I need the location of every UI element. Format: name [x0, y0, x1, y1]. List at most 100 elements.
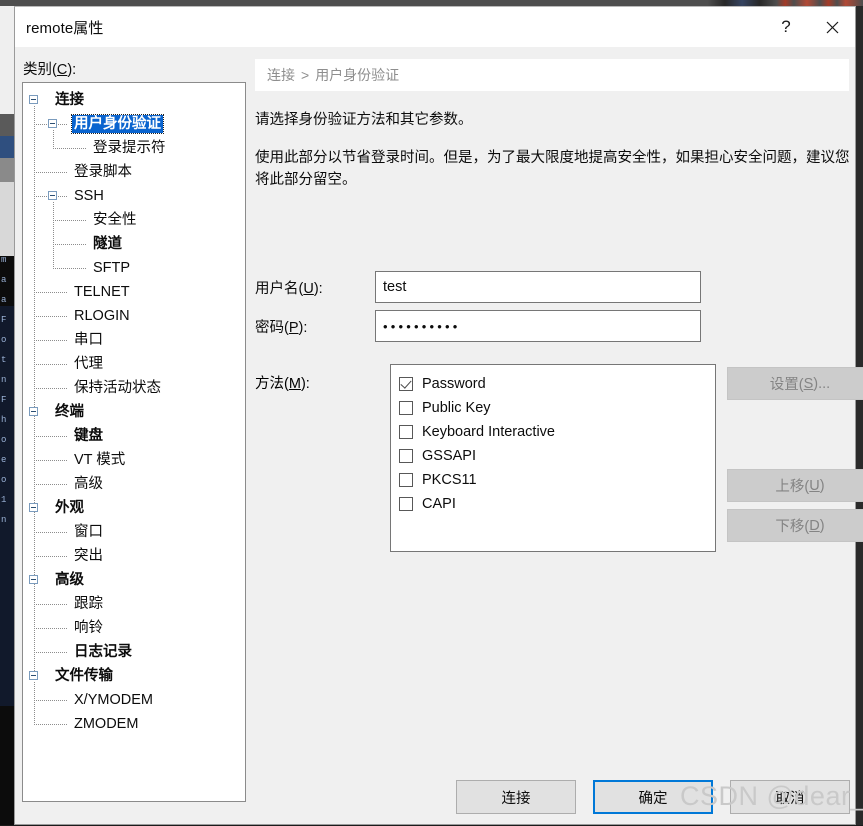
tree-item-label: 保持活动状态 — [74, 380, 161, 396]
tree-item-3[interactable]: 登录脚本 — [23, 160, 245, 184]
tree-collapse-icon[interactable] — [29, 95, 38, 104]
button-label-prefix: 设置( — [769, 377, 804, 393]
tree-item-19[interactable]: 突出 — [23, 544, 245, 568]
move-up-button[interactable]: 上移(U) — [727, 469, 863, 502]
tree-item-25[interactable]: X/YMODEM — [23, 688, 245, 712]
auth-method-label: CAPI — [422, 496, 456, 512]
description-line-1: 请选择身份验证方法和其它参数。 — [255, 112, 473, 128]
password-input[interactable] — [375, 310, 701, 342]
cancel-button[interactable]: 取消 — [730, 780, 850, 814]
auth-method-label: PKCS11 — [422, 472, 477, 488]
button-label-prefix: 上移( — [775, 479, 810, 495]
tree-item-label: 外观 — [55, 500, 84, 516]
checkbox-unchecked-icon[interactable] — [399, 401, 413, 415]
auth-method-row[interactable]: Public Key — [399, 396, 715, 420]
checkbox-unchecked-icon[interactable] — [399, 425, 413, 439]
tree-item-label: 文件传输 — [55, 668, 113, 684]
tree-collapse-icon[interactable] — [29, 575, 38, 584]
close-icon — [826, 21, 838, 33]
username-label-suffix: ): — [313, 280, 323, 297]
tree-item-26[interactable]: ZMODEM — [23, 712, 245, 736]
tree-item-label: 安全性 — [93, 212, 137, 228]
button-label-prefix: 下移( — [775, 519, 810, 535]
tree-collapse-icon[interactable] — [29, 503, 38, 512]
tree-item-label: SSH — [74, 188, 104, 204]
tree-item-16[interactable]: 高级 — [23, 472, 245, 496]
tree-item-6[interactable]: 隧道 — [23, 232, 245, 256]
tree-item-17[interactable]: 外观 — [23, 496, 245, 520]
description-line-2: 使用此部分以节省登录时间。但是，为了最大限度地提高安全性，如果担心安全问题，建议… — [255, 150, 850, 188]
tree-item-label: 用户身份验证 — [71, 114, 164, 134]
tree-item-8[interactable]: TELNET — [23, 280, 245, 304]
tree-collapse-icon[interactable] — [29, 407, 38, 416]
auth-method-label: GSSAPI — [422, 448, 476, 464]
category-tree-panel[interactable]: 连接 用户身份验证登录提示符登录脚本 SSH 安全性隧道 SFTP TELNET RLOGI… — [22, 82, 246, 802]
button-label-suffix: )... — [813, 375, 831, 392]
tree-item-5[interactable]: 安全性 — [23, 208, 245, 232]
username-input[interactable] — [375, 271, 701, 303]
category-label-accel: C — [56, 62, 68, 78]
tree-item-20[interactable]: 高级 — [23, 568, 245, 592]
tree-item-15[interactable]: VT 模式 — [23, 448, 245, 472]
checkbox-unchecked-icon[interactable] — [399, 473, 413, 487]
tree-item-13[interactable]: 终端 — [23, 400, 245, 424]
tree-item-1[interactable]: 用户身份验证 — [23, 112, 245, 136]
username-label-accel: U — [303, 280, 314, 297]
button-label-suffix: ) — [819, 477, 825, 494]
tree-item-23[interactable]: 日志记录 — [23, 640, 245, 664]
breadcrumb: 连接 > 用户身份验证 — [255, 59, 849, 91]
button-label-accel: D — [809, 517, 820, 534]
auth-method-row[interactable]: GSSAPI — [399, 444, 715, 468]
tree-collapse-icon[interactable] — [29, 671, 38, 680]
tree-item-label: 代理 — [74, 356, 103, 372]
checkbox-unchecked-icon[interactable] — [399, 449, 413, 463]
category-label: 类别(C): — [23, 58, 76, 79]
methods-label-prefix: 方法( — [255, 376, 289, 392]
checkbox-checked-icon[interactable] — [399, 377, 413, 391]
tree-item-4[interactable]: SSH — [23, 184, 245, 208]
checkbox-unchecked-icon[interactable] — [399, 497, 413, 511]
settings-button[interactable]: 设置(S)... — [727, 367, 863, 400]
tree-collapse-icon[interactable] — [48, 119, 57, 128]
tree-item-18[interactable]: 窗口 — [23, 520, 245, 544]
breadcrumb-separator: > — [301, 67, 310, 83]
auth-method-row[interactable]: PKCS11 — [399, 468, 715, 492]
question-mark-icon: ? — [781, 17, 791, 36]
tree-item-label: X/YMODEM — [74, 692, 153, 708]
tree-item-9[interactable]: RLOGIN — [23, 304, 245, 328]
dialog-titlebar[interactable]: remote属性 ? — [15, 7, 855, 47]
auth-method-row[interactable]: Password — [399, 372, 715, 396]
tree-item-label: 高级 — [55, 572, 84, 588]
button-label-suffix: ) — [819, 517, 825, 534]
tree-item-label: 键盘 — [74, 428, 103, 444]
breadcrumb-current: 用户身份验证 — [315, 67, 400, 83]
tree-collapse-icon[interactable] — [48, 191, 57, 200]
tree-item-label: VT 模式 — [74, 452, 126, 468]
auth-method-row[interactable]: Keyboard Interactive — [399, 420, 715, 444]
tree-item-label: 登录提示符 — [93, 140, 166, 156]
category-label-prefix: 类别( — [23, 62, 57, 78]
ok-button[interactable]: 确定 — [593, 780, 713, 814]
move-down-button[interactable]: 下移(D) — [727, 509, 863, 542]
breadcrumb-root: 连接 — [267, 67, 295, 83]
window-controls: ? — [763, 7, 855, 47]
tree-item-label: RLOGIN — [74, 308, 130, 324]
close-button[interactable] — [809, 7, 855, 47]
help-button[interactable]: ? — [763, 7, 809, 47]
tree-item-21[interactable]: 跟踪 — [23, 592, 245, 616]
tree-item-14[interactable]: 键盘 — [23, 424, 245, 448]
tree-item-0[interactable]: 连接 — [23, 88, 245, 112]
tree-item-10[interactable]: 串口 — [23, 328, 245, 352]
tree-item-11[interactable]: 代理 — [23, 352, 245, 376]
auth-methods-list[interactable]: Password Public Key Keyboard Interactive GS… — [390, 364, 716, 552]
password-label: 密码(P): — [255, 316, 375, 337]
tree-item-7[interactable]: SFTP — [23, 256, 245, 280]
tree-item-22[interactable]: 响铃 — [23, 616, 245, 640]
password-label-suffix: ): — [298, 319, 308, 336]
connect-button[interactable]: 连接 — [456, 780, 576, 814]
tree-item-24[interactable]: 文件传输 — [23, 664, 245, 688]
auth-method-row[interactable]: CAPI — [399, 492, 715, 516]
tree-item-2[interactable]: 登录提示符 — [23, 136, 245, 160]
tree-item-label: SFTP — [93, 260, 131, 276]
tree-item-12[interactable]: 保持活动状态 — [23, 376, 245, 400]
